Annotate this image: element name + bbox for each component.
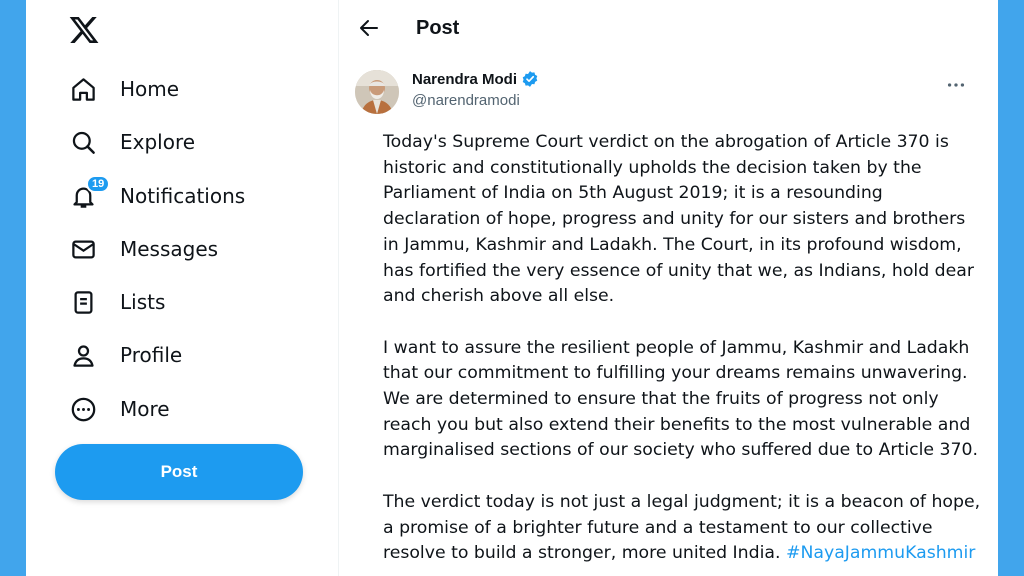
tweet-paragraph: The verdict today is not just a legal ju… (383, 490, 983, 567)
envelope-icon (68, 234, 98, 264)
bell-icon: 19 (68, 175, 111, 211)
notification-count-badge: 19 (86, 175, 111, 193)
tweet-paragraph: I want to assure the resilient people of… (383, 337, 979, 461)
search-icon (68, 127, 98, 157)
arrow-left-icon[interactable] (357, 16, 381, 40)
verified-badge-icon (521, 70, 539, 88)
x-logo-icon[interactable] (68, 14, 100, 46)
tweet-paragraph: Today's Supreme Court verdict on the abr… (383, 132, 974, 307)
author-name-row: Narendra Modi (412, 70, 539, 88)
sidebar-item-label: Home (120, 77, 180, 101)
sidebar-item-profile[interactable]: Profile (56, 331, 194, 379)
post-button[interactable]: Post (55, 444, 303, 500)
hashtag-link[interactable]: #NayaJammuKashmir (786, 543, 975, 563)
page-title: Post (416, 17, 460, 39)
sidebar-item-messages[interactable]: Messages (56, 225, 230, 273)
sidebar-item-lists[interactable]: Lists (56, 278, 177, 326)
person-icon (68, 340, 98, 370)
sidebar-item-label: More (120, 397, 170, 421)
sidebar-item-notifications[interactable]: 19 Notifications (56, 172, 257, 220)
sidebar-item-label: Notifications (120, 184, 246, 208)
list-icon (68, 287, 98, 317)
sidebar-item-label: Lists (120, 290, 166, 314)
post-header: Post (339, 0, 998, 58)
sidebar: Home Explore 19 Notifications Messages L… (26, 0, 338, 576)
sidebar-item-label: Messages (120, 237, 219, 261)
app-frame: Home Explore 19 Notifications Messages L… (26, 0, 998, 576)
more-options-icon[interactable] (945, 74, 967, 96)
avatar[interactable] (355, 70, 399, 114)
author-handle[interactable]: @narendramodi (412, 92, 520, 109)
post-detail: Post Narendra Modi @narendramodi Today's… (339, 0, 998, 576)
sidebar-item-home[interactable]: Home (56, 65, 191, 113)
author-name[interactable]: Narendra Modi (412, 71, 517, 88)
more-circle-icon (68, 394, 98, 424)
sidebar-item-more[interactable]: More (56, 385, 182, 433)
sidebar-item-label: Profile (120, 343, 183, 367)
tweet-author: Narendra Modi @narendramodi (355, 68, 985, 116)
sidebar-item-label: Explore (120, 130, 196, 154)
tweet-text: Today's Supreme Court verdict on the abr… (383, 130, 983, 576)
home-icon (68, 74, 98, 104)
sidebar-item-explore[interactable]: Explore (56, 118, 207, 166)
